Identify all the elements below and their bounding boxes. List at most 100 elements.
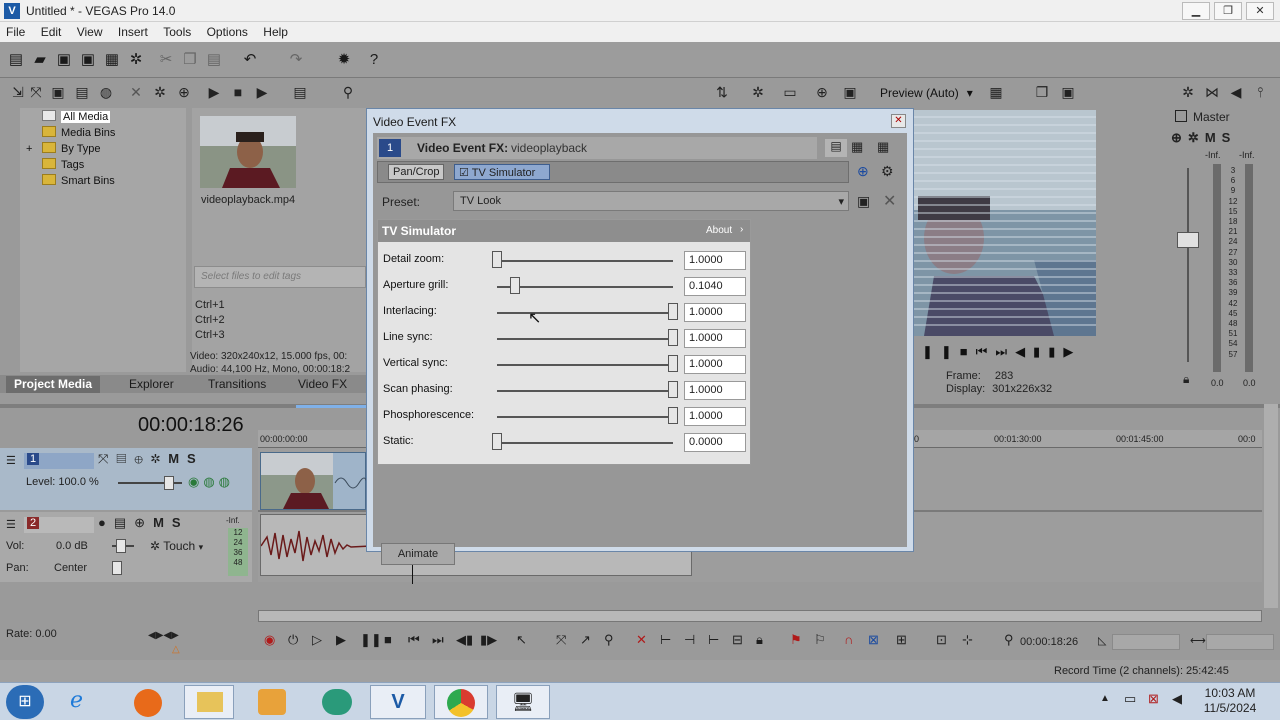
tree-item-media-bins[interactable]: Media Bins (42, 126, 115, 142)
action-center-icon[interactable]: ▭ (1124, 691, 1136, 707)
tree-item-smart-bins[interactable]: Smart Bins (42, 174, 115, 190)
pause-icon[interactable]: ❚❚ (360, 632, 382, 648)
split-icon[interactable]: ⇅ (712, 82, 732, 102)
media-thumbnail[interactable] (200, 116, 296, 188)
marker-icon[interactable]: ⚑ (790, 632, 802, 648)
burn-icon[interactable]: ✹ (334, 50, 354, 70)
track-expand-icon[interactable]: ☰ (6, 454, 16, 467)
overlays-icon[interactable]: ▦ (986, 82, 1006, 102)
selection-end-field[interactable] (1206, 634, 1274, 650)
help-icon[interactable]: ? (364, 50, 384, 70)
network-icon[interactable]: ⊠ (1148, 691, 1159, 707)
ignore-grouping-icon[interactable]: ⊹ (962, 632, 973, 648)
param-slider-track[interactable] (497, 442, 673, 444)
param-slider-track[interactable] (497, 286, 673, 288)
envelope-tool-icon[interactable]: ⤧ (556, 632, 566, 648)
maximize-button[interactable]: ❐ (1214, 2, 1242, 20)
tags-input[interactable]: Select files to edit tags (194, 266, 366, 288)
animate-button[interactable]: Animate (381, 543, 455, 565)
views-icon[interactable]: ▤ (290, 82, 310, 102)
lock-icon[interactable]: 🔒︎ (1183, 372, 1189, 387)
split-screen-icon[interactable]: ⊕ (812, 82, 832, 102)
file-explorer-icon[interactable] (184, 685, 234, 719)
play-icon[interactable]: ▶ (204, 82, 224, 102)
external-monitor-icon[interactable]: ▭ (780, 82, 800, 102)
param-slider-thumb[interactable] (668, 381, 678, 398)
param-value-input[interactable]: 1.0000 (684, 329, 746, 348)
capture-icon[interactable]: ▣ (48, 82, 68, 102)
master-fx-icon[interactable]: ✲ (1178, 82, 1198, 102)
record-icon[interactable]: ◉ (264, 632, 275, 648)
about-link[interactable]: About (706, 225, 732, 236)
track-solo-button[interactable]: S (187, 451, 204, 466)
next-frame-icon[interactable]: ▮▶ (480, 632, 497, 648)
dim-icon[interactable]: ◀ (1226, 82, 1246, 102)
back-icon[interactable]: ⇲ (8, 82, 28, 102)
trim-icon[interactable]: ⊢ (660, 632, 671, 648)
app-icon[interactable] (322, 689, 352, 715)
internet-explorer-icon[interactable]: ℯ (70, 687, 83, 713)
remove-icon[interactable]: ✕ (126, 82, 146, 102)
tab-explorer[interactable]: Explorer (129, 377, 174, 391)
param-slider-thumb[interactable] (510, 277, 520, 294)
region-icon[interactable]: ⚐ (814, 632, 826, 648)
delete-icon[interactable]: ✕ (636, 632, 647, 648)
preview-fx-icon[interactable]: ✲ (748, 82, 768, 102)
trim-start-icon[interactable]: ⊣ (684, 632, 695, 648)
show-hidden-icons-icon[interactable]: ▲ (1100, 693, 1110, 704)
grid-view-icon[interactable]: ▦ (877, 139, 889, 155)
rewind-icon[interactable]: ◀▮ (1015, 344, 1048, 359)
param-slider-thumb[interactable] (668, 329, 678, 346)
import-media-icon[interactable]: ⤧ (26, 82, 46, 102)
menu-help[interactable]: Help (257, 22, 294, 39)
vegas-taskbar-icon[interactable]: V (370, 685, 426, 719)
video-preview-icon[interactable]: ▣ (840, 82, 860, 102)
remote-desktop-icon[interactable]: 🖥︎ (496, 685, 550, 719)
copy-snapshot-icon[interactable]: ❐ (1032, 82, 1052, 102)
zoom-tool-icon[interactable]: ⚲ (604, 632, 614, 648)
stop-icon[interactable]: ■ (960, 344, 976, 359)
save-preset-icon[interactable]: ▣ (857, 193, 870, 210)
plugin-chain-icon[interactable]: ⊕ (857, 163, 869, 180)
track-fx-icon[interactable]: ⊕ (134, 515, 153, 530)
go-to-start-icon[interactable]: ⏮ (408, 632, 420, 648)
stop-icon[interactable]: ■ (228, 82, 248, 102)
expand-icon[interactable]: + (26, 143, 42, 155)
param-slider-thumb[interactable] (668, 303, 678, 320)
level-slider-thumb[interactable] (164, 476, 174, 490)
save-as-icon[interactable]: ▣ (78, 50, 98, 70)
param-slider-track[interactable] (497, 416, 673, 418)
track-motion-icon[interactable]: ⤧ (98, 451, 116, 466)
track-extra-icons[interactable]: ◉◍◍ (188, 474, 234, 490)
preview-quality-dropdown[interactable]: Preview (Auto) ▾ (880, 86, 973, 100)
go-to-end-icon[interactable]: ⏭ (432, 632, 444, 648)
ripple-edit-icon[interactable]: ⊞ (896, 632, 907, 648)
split-icon[interactable]: ⊟ (732, 632, 743, 648)
plugin-pan-crop[interactable]: Pan/Crop (388, 164, 445, 180)
tab-transitions[interactable]: Transitions (208, 377, 266, 391)
checkbox-icon[interactable]: ☑ (459, 167, 469, 179)
param-slider-track[interactable] (497, 364, 673, 366)
vertical-scrollbar[interactable] (1264, 404, 1278, 608)
snapping-icon[interactable]: ∩ (844, 632, 853, 647)
play-icon[interactable]: ▶ (336, 632, 346, 648)
minimize-button[interactable]: ▁ (1182, 2, 1210, 20)
param-slider-thumb[interactable] (668, 407, 678, 424)
new-icon[interactable]: ▤ (6, 50, 26, 70)
get-media-icon[interactable]: ▤ (72, 82, 92, 102)
menu-options[interactable]: Options (201, 22, 254, 39)
param-slider-track[interactable] (497, 338, 673, 340)
loop-icon[interactable]: ⏻ (288, 632, 298, 648)
mixer-icon[interactable]: ⫯ (1250, 82, 1270, 102)
clock[interactable]: 10:03 AM 11/5/2024 (1200, 686, 1260, 716)
cut-icon[interactable]: ✂ (156, 50, 176, 70)
track-expand-icon[interactable]: ☰ (6, 518, 16, 531)
arm-record-icon[interactable]: ● (98, 515, 114, 530)
master-solo-button[interactable]: S (1222, 130, 1237, 145)
param-value-input[interactable]: 1.0000 (684, 407, 746, 426)
menu-file[interactable]: File (0, 22, 31, 39)
forward-icon[interactable]: ▮▶ (1048, 344, 1081, 359)
pause-icon[interactable]: ❚❚ (922, 344, 960, 359)
audio-track-header[interactable]: ☰ 2 ●▤⊕MS -Inf. 12 24 36 48 Vol: 0.0 dB … (0, 512, 252, 582)
track-mute-button[interactable]: M (153, 515, 172, 530)
